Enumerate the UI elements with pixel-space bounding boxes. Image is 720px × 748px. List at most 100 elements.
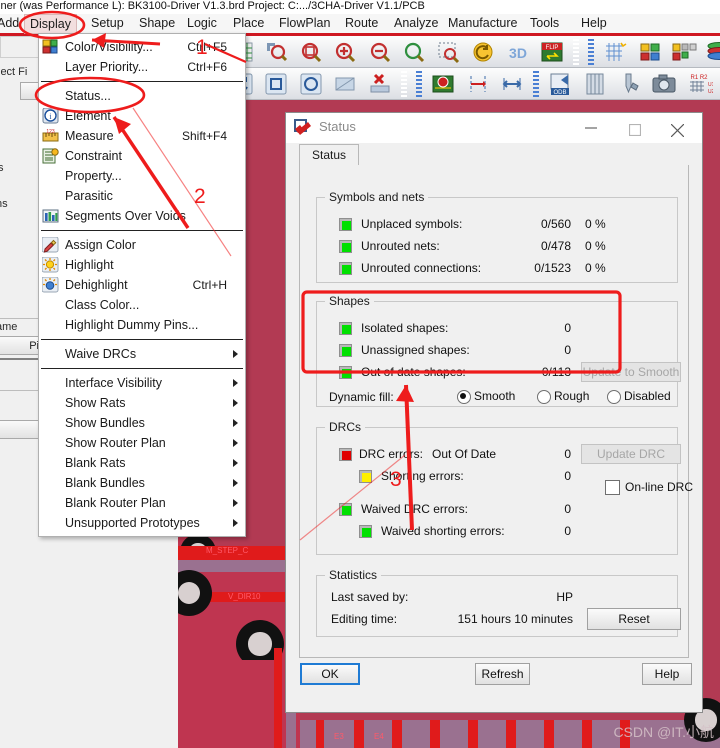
- menu-item-segments-over-voids[interactable]: Segments Over Voids: [39, 206, 245, 226]
- menu-shape[interactable]: Shape: [134, 14, 180, 33]
- svg-text:U1: U1: [708, 82, 713, 88]
- reset-button[interactable]: Reset: [587, 608, 681, 630]
- refresh-button[interactable]: Refresh: [475, 663, 530, 685]
- menu-manufacture[interactable]: Manufacture: [443, 14, 522, 33]
- shape-delete-icon[interactable]: [366, 70, 394, 98]
- zoom-out-icon[interactable]: [366, 38, 394, 66]
- row-label: Waived shorting errors:: [381, 524, 505, 538]
- update-drc-button[interactable]: Update DRC: [581, 444, 681, 464]
- menu-item-element[interactable]: i Element: [39, 106, 245, 126]
- minimize-button[interactable]: [570, 113, 614, 142]
- chevron-right-icon: [233, 419, 238, 427]
- display-dropdown-menu[interactable]: Color/Visibility... Ctrl+F5 Layer Priori…: [38, 33, 246, 537]
- menu-item-label: Highlight Dummy Pins...: [65, 318, 199, 332]
- menu-item-blank-router-plan[interactable]: Blank Router Plan: [39, 493, 245, 513]
- menu-logic[interactable]: Logic: [182, 14, 222, 33]
- drill-tool-icon[interactable]: [616, 70, 644, 98]
- menu-tools[interactable]: Tools: [525, 14, 564, 33]
- zoom-fit-icon[interactable]: [262, 38, 290, 66]
- renumber-refdes-icon[interactable]: R1 R2U1U2: [685, 70, 713, 98]
- menu-item-blank-rats[interactable]: Blank Rats: [39, 453, 245, 473]
- dialog-tab-strip[interactable]: Status: [299, 144, 689, 166]
- svg-text:ODB: ODB: [553, 90, 566, 96]
- shape-circle-icon[interactable]: [297, 70, 325, 98]
- menu-item-label: Assign Color: [65, 238, 136, 252]
- grid-toggle-icon[interactable]: [601, 38, 629, 66]
- undo-icon[interactable]: [469, 38, 497, 66]
- artwork-films-icon[interactable]: [581, 70, 609, 98]
- toolbar-row-2[interactable]: ODB R1 R2U1U2: [178, 68, 720, 100]
- radio-dynamic-fill-smooth[interactable]: Smooth: [457, 389, 515, 404]
- color-visibility-icon[interactable]: [670, 38, 698, 66]
- menu-item-layer-priority[interactable]: Layer Priority... Ctrl+F6: [39, 57, 245, 77]
- menu-item-highlight-dummy-pins[interactable]: Highlight Dummy Pins...: [39, 315, 245, 335]
- menu-item-color-visibility[interactable]: Color/Visibility... Ctrl+F5: [39, 37, 245, 57]
- menu-item-show-bundles[interactable]: Show Bundles: [39, 413, 245, 433]
- application-title-text: igner (was Performance L): BK3100-Driver…: [0, 0, 425, 12]
- row-value: 0/560: [540, 217, 571, 231]
- zoom-previous-icon[interactable]: [400, 38, 428, 66]
- menu-item-unsupported-prototypes[interactable]: Unsupported Prototypes: [39, 513, 245, 533]
- menu-display[interactable]: Display: [24, 14, 77, 34]
- menu-item-property[interactable]: Property...: [39, 166, 245, 186]
- view-3d-icon[interactable]: 3D: [504, 38, 532, 66]
- menu-item-dehighlight[interactable]: Dehighlight Ctrl+H: [39, 275, 245, 295]
- menu-setup[interactable]: Setup: [86, 14, 129, 33]
- ok-button[interactable]: OK: [300, 663, 360, 685]
- menu-item-label: Waive DRCs: [65, 347, 137, 361]
- menu-flowplan[interactable]: FlowPlan: [274, 14, 335, 33]
- toolbar-separator: [401, 71, 408, 97]
- toolbar-row-1[interactable]: 3D FLIP: [178, 36, 720, 68]
- shape-select-icon[interactable]: [331, 70, 359, 98]
- menu-item-class-color[interactable]: Class Color...: [39, 295, 245, 315]
- measure-distance-icon[interactable]: [464, 70, 492, 98]
- help-button[interactable]: Help: [642, 663, 692, 685]
- radio-dynamic-fill-rough[interactable]: Rough: [537, 389, 589, 404]
- odb-export-icon[interactable]: ODB: [547, 70, 575, 98]
- menu-place[interactable]: Place: [228, 14, 269, 33]
- menu-item-waive-drcs[interactable]: Waive DRCs: [39, 344, 245, 364]
- layer-stackup-icon[interactable]: [705, 38, 720, 66]
- menu-item-highlight[interactable]: Highlight: [39, 255, 245, 275]
- row-label: Unassigned shapes:: [361, 343, 470, 357]
- menu-item-interface-visibility[interactable]: Interface Visibility: [39, 373, 245, 393]
- toolbar-separator: [587, 39, 594, 65]
- update-to-smooth-button[interactable]: Update to Smooth: [581, 362, 681, 382]
- screenshot-icon[interactable]: [650, 70, 678, 98]
- radio-dynamic-fill-disabled[interactable]: Disabled: [607, 389, 671, 404]
- menu-item-assign-color[interactable]: Assign Color: [39, 235, 245, 255]
- zoom-selection-icon[interactable]: [435, 38, 463, 66]
- menu-item-measure[interactable]: 123 Measure Shift+F4: [39, 126, 245, 146]
- row-label: Shorting errors:: [381, 469, 464, 483]
- measure-span-icon[interactable]: [498, 70, 526, 98]
- application-title-bar: igner (was Performance L): BK3100-Driver…: [0, 0, 720, 14]
- menu-help[interactable]: Help: [576, 14, 612, 33]
- chevron-right-icon: [233, 379, 238, 387]
- menu-item-blank-bundles[interactable]: Blank Bundles: [39, 473, 245, 493]
- menu-item-status[interactable]: Status...: [39, 86, 245, 106]
- menu-item-show-router-plan[interactable]: Show Router Plan: [39, 433, 245, 453]
- flip-design-icon[interactable]: FLIP: [538, 38, 566, 66]
- shape-rect-icon[interactable]: [262, 70, 290, 98]
- menu-item-constraint[interactable]: Constraint: [39, 146, 245, 166]
- status-dialog[interactable]: Status Status Symbols and nets Unplaced …: [285, 112, 703, 713]
- project-find-label: ject Fi: [0, 66, 28, 78]
- menu-item-parasitic[interactable]: Parasitic: [39, 186, 245, 206]
- row-label: Out of date shapes:: [361, 365, 466, 379]
- maximize-button[interactable]: [614, 113, 658, 142]
- group-symbols-and-nets: Symbols and nets Unplaced symbols: 0/560…: [316, 190, 678, 283]
- color-layers-icon[interactable]: [636, 38, 664, 66]
- drc-check-icon[interactable]: [429, 70, 457, 98]
- menu-route[interactable]: Route: [340, 14, 383, 33]
- zoom-in-icon[interactable]: [331, 38, 359, 66]
- menu-item-accel: Ctrl+F5: [187, 40, 227, 54]
- dialog-title-bar[interactable]: Status: [286, 113, 702, 143]
- menu-analyze[interactable]: Analyze: [389, 14, 443, 33]
- online-drc-checkbox[interactable]: On-line DRC: [605, 480, 693, 495]
- menu-add[interactable]: Add: [0, 14, 24, 33]
- allegro-app-icon: [294, 119, 312, 137]
- zoom-window-icon[interactable]: [297, 38, 325, 66]
- menu-item-show-rats[interactable]: Show Rats: [39, 393, 245, 413]
- tab-status[interactable]: Status: [299, 144, 360, 166]
- close-button[interactable]: [656, 113, 700, 142]
